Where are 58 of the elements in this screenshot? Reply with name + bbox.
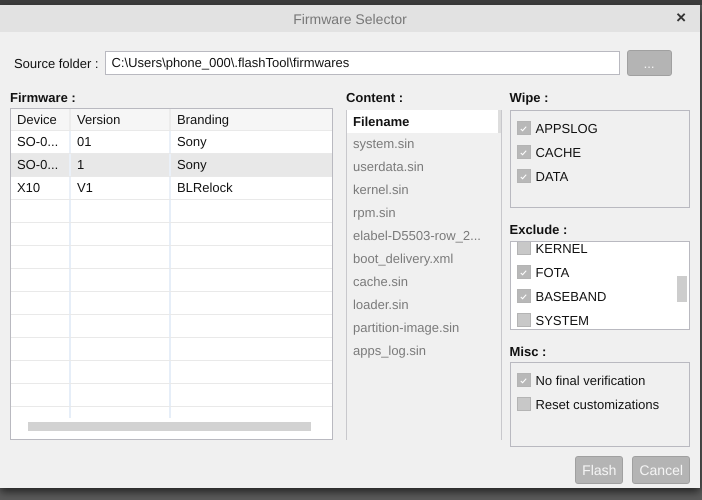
column-header[interactable]: Branding [171, 109, 332, 130]
checkbox[interactable] [516, 373, 531, 387]
table-cell: SO-0... [11, 154, 71, 176]
file-item: kernel.sin [352, 181, 410, 199]
file-item: cache.sin [352, 273, 409, 291]
exclude-label: Exclude : [510, 222, 568, 239]
checkbox[interactable] [516, 121, 531, 135]
table-cell: X10 [11, 177, 71, 199]
source-folder-field[interactable]: C:\Users\phone_000\.flashTool\firmwares [104, 51, 620, 75]
checkbox-label: BASEBAND [536, 288, 606, 304]
checkmark-icon [519, 172, 528, 180]
content-label: Content : [346, 90, 404, 107]
checkbox[interactable] [516, 289, 531, 303]
file-item: userdata.sin [352, 158, 425, 176]
checkbox-label: FOTA [536, 264, 570, 280]
checkbox-label: CACHE [536, 144, 582, 160]
checkbox-label: DATA [536, 168, 568, 184]
file-item: rpm.sin [352, 204, 397, 222]
horizontal-scrollbar[interactable] [28, 422, 311, 431]
checkbox[interactable] [516, 242, 531, 255]
table-row[interactable]: X10 V1 BLRelock [11, 177, 332, 200]
table-cell-text: Sony [176, 133, 208, 151]
checkmark-icon [519, 292, 528, 300]
table-row[interactable]: SO-0... 1 Sony [11, 154, 332, 177]
wipe-label: Wipe : [510, 90, 550, 107]
table-cell: 1 [71, 154, 171, 176]
checkmark-icon [519, 268, 528, 276]
source-folder-label: Source folder : [14, 56, 99, 70]
table-cell: V1 [71, 177, 171, 199]
checkbox[interactable] [516, 169, 531, 183]
checkmark-icon [519, 124, 528, 132]
file-item: apps_log.sin [352, 342, 428, 360]
file-item: system.sin [352, 135, 416, 153]
checkbox[interactable] [516, 145, 531, 159]
close-button[interactable]: × [672, 9, 690, 27]
vertical-scrollbar[interactable] [677, 276, 687, 302]
misc-label: Misc : [510, 344, 548, 361]
file-item: loader.sin [352, 296, 410, 314]
file-item: partition-image.sin [352, 319, 460, 337]
checkbox-label: KERNEL [536, 242, 588, 256]
table-cell-text: Sony [176, 156, 208, 174]
checkbox-label: No final verification [536, 372, 646, 388]
checkmark-icon [519, 376, 528, 384]
window-title: Firmware Selector [293, 10, 407, 26]
checkbox-label: APPSLOG [536, 120, 598, 136]
checkbox[interactable] [516, 313, 531, 327]
checkbox-label: SYSTEM [536, 312, 590, 328]
column-header[interactable]: Version [71, 109, 171, 130]
file-item: elabel-D5503-row_2... [352, 227, 482, 245]
checkbox[interactable] [516, 397, 531, 411]
checkbox[interactable] [516, 265, 531, 279]
checkbox-label: Reset customizations [536, 396, 660, 412]
firmware-label: Firmware : [10, 90, 77, 107]
checkmark-icon [519, 148, 528, 156]
file-item: boot_delivery.xml [352, 250, 454, 268]
column-header[interactable]: Filename [347, 110, 501, 133]
table-cell-text: BLRelock [176, 179, 234, 197]
column-header[interactable]: Device [11, 109, 71, 130]
